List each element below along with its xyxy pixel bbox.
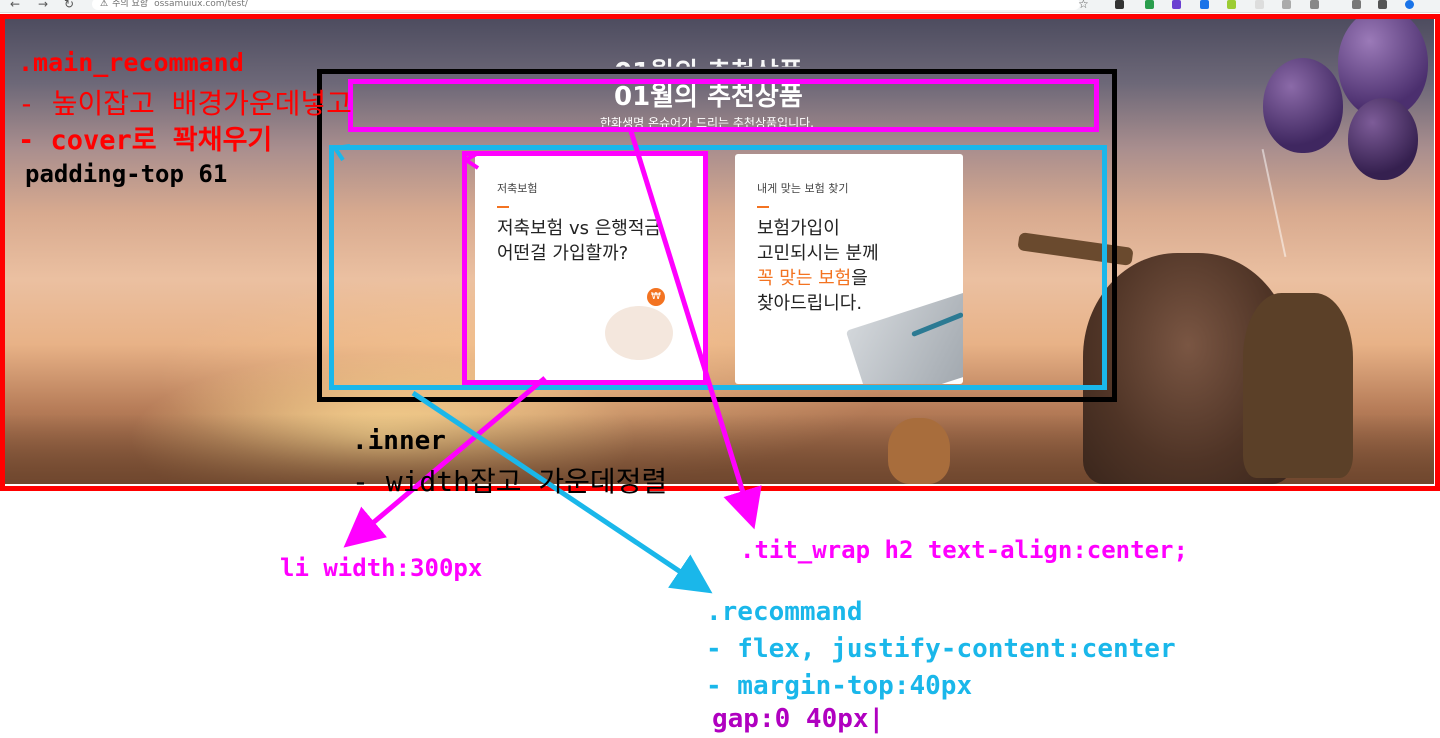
annotation-padding: padding-top 61	[25, 160, 228, 188]
arrow-li-head	[462, 151, 480, 170]
annotation-main-note: - cover로 꽉채우기	[18, 125, 273, 156]
arrow-title	[627, 127, 762, 530]
annotation-recommand-note: - flex, justify-content:center	[706, 634, 1176, 664]
annotation-main-class: .main_recommand	[18, 48, 244, 77]
annotation-inner-note: - width잡고 가운데정렬	[352, 465, 668, 498]
annotation-inner-class: .inner	[352, 426, 446, 456]
arrow-cyan-head	[331, 144, 351, 162]
annotation-recommand-note: - margin-top:40px	[706, 671, 973, 701]
annotation-li: li width:300px	[280, 554, 483, 582]
annotation-title: .tit_wrap h2 text-align:center;	[740, 536, 1188, 564]
annotation-gap: gap:0 40px|	[712, 704, 885, 734]
annotation-recommand-class: .recommand	[706, 597, 863, 627]
arrow-li	[343, 376, 547, 548]
annotation-main-note: - 높이잡고 배경가운데넣고	[18, 87, 352, 120]
